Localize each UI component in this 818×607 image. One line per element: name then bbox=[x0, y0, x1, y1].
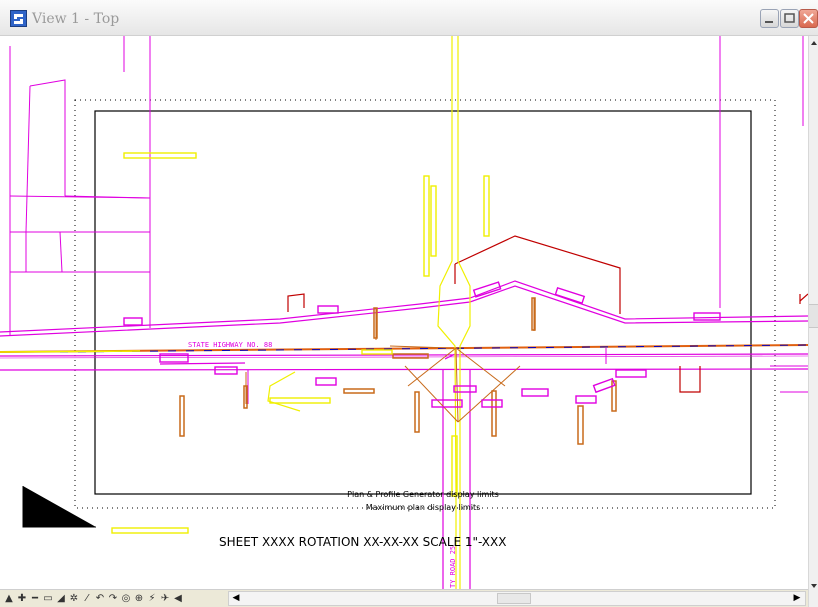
view-control-tools: ▲ ✚ ━ ▭ ◢ ✲ ⁄ ↶ ↷ ◎ ⊕ ⚡ ✈ ◀ bbox=[4, 591, 183, 607]
pan-view-icon[interactable]: ⁄ bbox=[82, 593, 92, 605]
county-road-label: TY ROAD 25 bbox=[449, 546, 457, 588]
vertical-scroll-thumb[interactable] bbox=[809, 304, 818, 328]
window-area-icon[interactable]: ▭ bbox=[43, 593, 53, 605]
view-window: View 1 - Top STATE HIGHWAY NO. 88 TY ROA… bbox=[0, 0, 818, 607]
view-toolbar: ▲ ✚ ━ ▭ ◢ ✲ ⁄ ↶ ↷ ◎ ⊕ ⚡ ✈ ◀ ◀ ▶ bbox=[0, 589, 808, 607]
scroll-right-icon[interactable]: ▶ bbox=[791, 593, 803, 604]
highway-edges bbox=[0, 280, 808, 371]
title-bar[interactable]: View 1 - Top bbox=[0, 0, 818, 36]
generator-limits-frame bbox=[94, 110, 752, 495]
camera-icon[interactable]: ⚡ bbox=[147, 593, 157, 605]
vertical-scrollbar[interactable] bbox=[808, 36, 818, 607]
toolbar-scroll-left-icon[interactable]: ◀ bbox=[173, 593, 183, 605]
rotate-view-icon[interactable]: ✲ bbox=[69, 593, 79, 605]
maximum-limits-label: Maximum plan display limits bbox=[366, 503, 481, 512]
minimize-button[interactable] bbox=[760, 9, 779, 28]
scroll-up-icon[interactable] bbox=[809, 36, 818, 50]
highway-label: STATE HIGHWAY NO. 88 bbox=[188, 341, 272, 349]
scroll-down-icon[interactable] bbox=[809, 579, 818, 593]
update-view-icon[interactable]: ▲ bbox=[4, 593, 14, 605]
view-next-icon[interactable]: ↷ bbox=[108, 593, 118, 605]
horizontal-scroll-thumb[interactable] bbox=[497, 593, 531, 604]
cad-drawing: STATE HIGHWAY NO. 88 TY ROAD 25 Plan & P… bbox=[0, 36, 808, 589]
horizontal-scrollbar[interactable]: ◀ ▶ bbox=[228, 591, 806, 606]
drawing-canvas[interactable]: STATE HIGHWAY NO. 88 TY ROAD 25 Plan & P… bbox=[0, 36, 808, 589]
minimize-icon bbox=[765, 21, 773, 23]
display-style-icon[interactable]: ⊕ bbox=[134, 593, 144, 605]
zoom-in-icon[interactable]: ✚ bbox=[17, 593, 27, 605]
fit-view-icon[interactable]: ◢ bbox=[56, 593, 66, 605]
walk-icon[interactable]: ✈ bbox=[160, 593, 170, 605]
zoom-out-icon[interactable]: ━ bbox=[30, 593, 40, 605]
view-previous-icon[interactable]: ↶ bbox=[95, 593, 105, 605]
close-button[interactable] bbox=[799, 9, 818, 28]
generator-limits-label: Plan & Profile Generator display limits bbox=[347, 490, 499, 499]
scroll-left-icon[interactable]: ◀ bbox=[230, 593, 242, 604]
maximize-icon bbox=[784, 13, 795, 23]
microstation-icon bbox=[10, 10, 27, 27]
close-icon bbox=[803, 13, 814, 24]
view-attributes-icon[interactable]: ◎ bbox=[121, 593, 131, 605]
window-title: View 1 - Top bbox=[32, 11, 120, 27]
sheet-info-label: SHEET XXXX ROTATION XX-XX-XX SCALE 1"-XX… bbox=[219, 535, 506, 549]
maximize-button[interactable] bbox=[780, 9, 799, 28]
parcel-lines bbox=[9, 36, 804, 336]
